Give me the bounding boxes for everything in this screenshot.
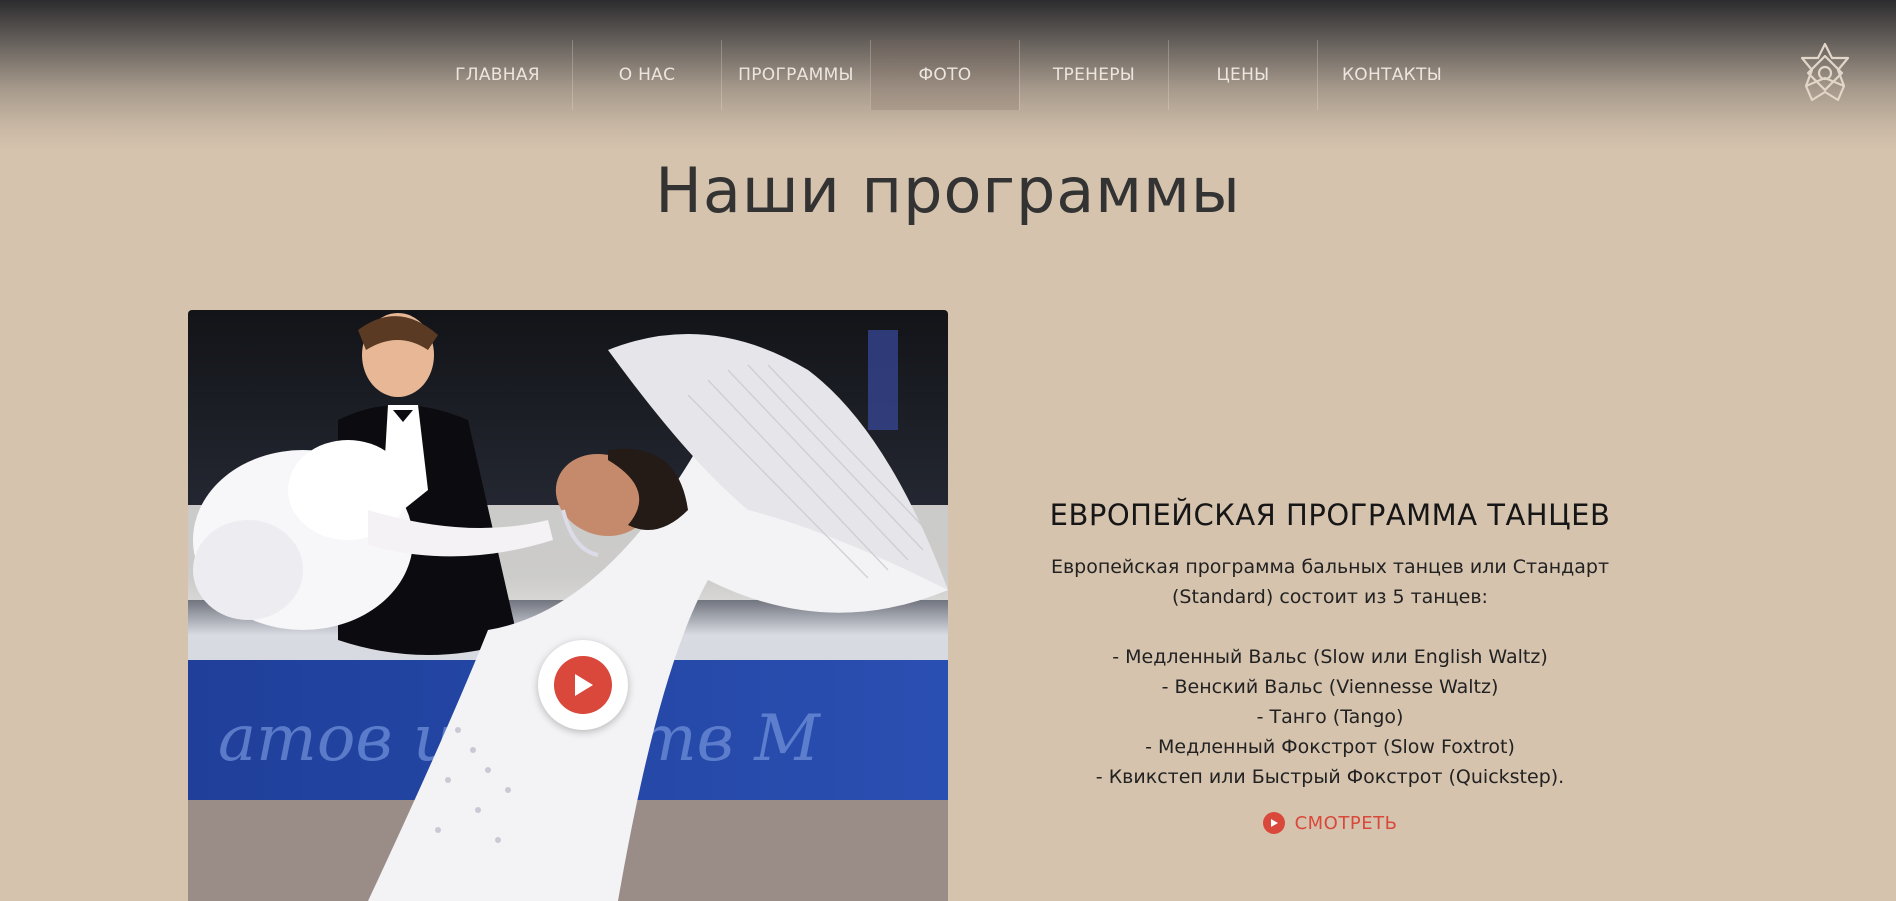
nav-item-programs[interactable]: ПРОГРАММЫ xyxy=(721,40,870,110)
dance-list: - Медленный Вальс (Slow или English Walt… xyxy=(985,642,1675,792)
program-info: ЕВРОПЕЙСКАЯ ПРОГРАММА ТАНЦЕВ Европейская… xyxy=(985,498,1675,834)
program-title: ЕВРОПЕЙСКАЯ ПРОГРАММА ТАНЦЕВ xyxy=(1049,498,1611,532)
nav-item-home[interactable]: ГЛАВНАЯ xyxy=(423,40,572,110)
play-circle-icon xyxy=(1262,812,1285,834)
nav-item-contacts[interactable]: КОНТАКТЫ xyxy=(1317,40,1466,110)
header: ГЛАВНАЯ О НАС ПРОГРАММЫ ФОТО ТРЕНЕРЫ ЦЕН… xyxy=(0,0,1896,150)
dance-photo: атов и Хенств М xyxy=(188,310,948,901)
program-intro: Европейская программа бальных танцев или… xyxy=(985,552,1675,612)
video-play-button[interactable] xyxy=(538,640,628,730)
nav-item-prices[interactable]: ЦЕНЫ xyxy=(1168,40,1317,110)
program-intro-line: Европейская программа бальных танцев или… xyxy=(1050,556,1610,578)
nav-item-about[interactable]: О НАС xyxy=(572,40,721,110)
nav-item-photo[interactable]: ФОТО xyxy=(870,40,1019,110)
program-intro-line: (Standard) состоит из 5 танцев: xyxy=(1172,586,1488,608)
main-nav: ГЛАВНАЯ О НАС ПРОГРАММЫ ФОТО ТРЕНЕРЫ ЦЕН… xyxy=(423,40,1466,110)
play-icon xyxy=(554,656,612,714)
dance-item: - Квикстеп или Быстрый Фокстрот (Quickst… xyxy=(1095,766,1565,788)
watch-label: СМОТРЕТЬ xyxy=(1294,812,1398,834)
dance-item: - Медленный Вальс (Slow или English Walt… xyxy=(1112,646,1548,668)
page-title: Наши программы xyxy=(655,154,1241,227)
watch-link[interactable]: СМОТРЕТЬ xyxy=(1262,812,1398,834)
star-ornament-icon[interactable] xyxy=(1792,40,1858,106)
dance-item: - Медленный Фокстрот (Slow Foxtrot) xyxy=(1145,736,1515,758)
dance-item: - Танго (Tango) xyxy=(1256,706,1404,728)
nav-item-trainers[interactable]: ТРЕНЕРЫ xyxy=(1019,40,1168,110)
dance-item: - Венский Вальс (Viennesse Waltz) xyxy=(1161,676,1499,698)
